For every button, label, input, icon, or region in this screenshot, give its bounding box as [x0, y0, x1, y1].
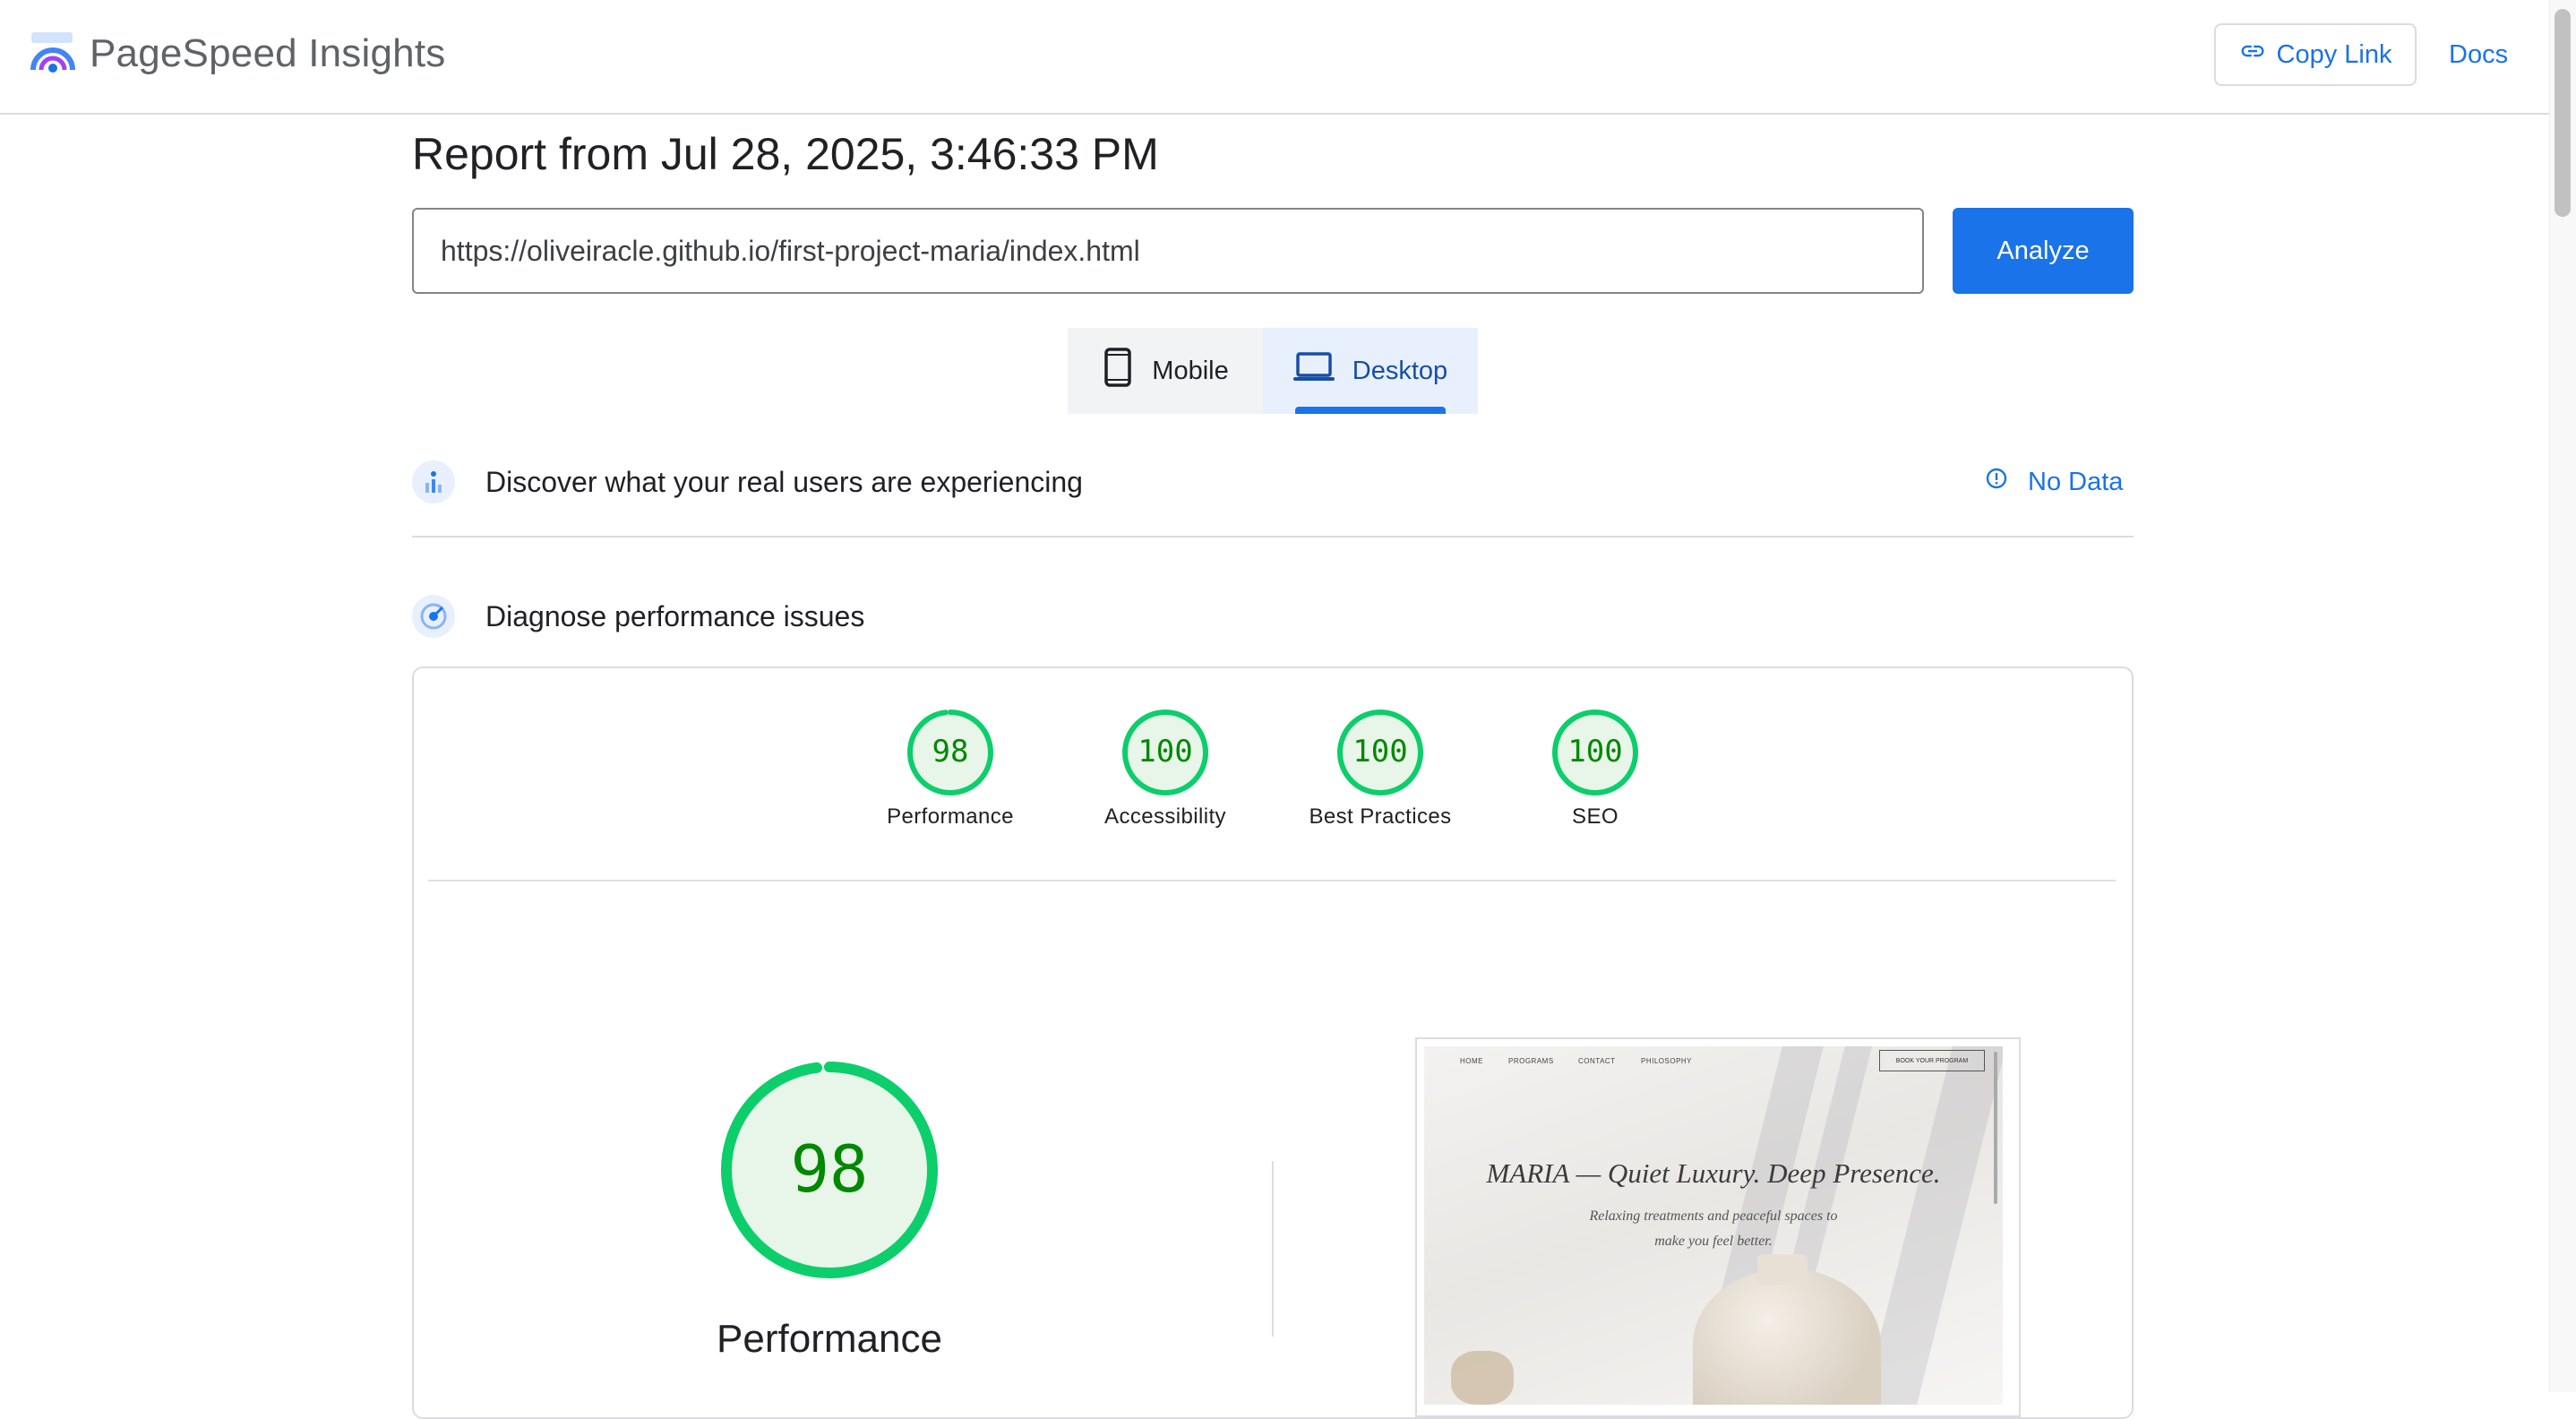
gauge-ring: 100: [1122, 710, 1208, 796]
pagespeed-logo-icon[interactable]: [29, 29, 77, 77]
gauge-label: Performance: [887, 804, 1014, 829]
tab-mobile-label: Mobile: [1152, 356, 1229, 385]
performance-large-gauge: 98: [718, 1059, 940, 1281]
report-title: Report from Jul 28, 2025, 3:46:33 PM: [412, 129, 1159, 179]
vertical-divider: [1272, 1161, 1274, 1337]
real-users-section-title: Discover what your real users are experi…: [485, 466, 1083, 498]
thumb-nav-home: HOME: [1460, 1057, 1483, 1065]
tab-mobile[interactable]: Mobile: [1068, 328, 1263, 414]
performance-gauge[interactable]: 98 Performance: [843, 708, 1058, 830]
thumb-book-button: BOOK YOUR PROGRAM: [1879, 1050, 1985, 1071]
thumb-scrollbar: [1994, 1052, 1997, 1204]
gauge-label: Accessibility: [1104, 804, 1226, 829]
tab-desktop[interactable]: Desktop: [1263, 328, 1478, 414]
no-data-indicator[interactable]: No Data: [1985, 460, 2123, 503]
thumb-nav-programs: PROGRAMS: [1508, 1057, 1554, 1065]
gauge-label: SEO: [1572, 804, 1619, 829]
scrollbar-thumb[interactable]: [2555, 9, 2571, 217]
docs-link[interactable]: Docs: [2438, 23, 2519, 86]
vase-image: [1693, 1268, 1881, 1405]
app-title[interactable]: PageSpeed Insights: [90, 27, 445, 81]
thumb-nav-philosophy: PHILOSOPHY: [1641, 1057, 1693, 1065]
gauge-label: Best Practices: [1309, 804, 1452, 829]
diagnose-icon: [412, 595, 455, 638]
dried-flower-image: [1451, 1351, 1514, 1405]
accessibility-gauge[interactable]: 100 Accessibility: [1058, 708, 1273, 830]
copy-link-label: Copy Link: [2276, 39, 2392, 69]
gauge-score: 100: [1352, 734, 1407, 770]
card-divider: [428, 880, 2116, 882]
gauge-score: 100: [1567, 734, 1622, 770]
laptop-icon: [1292, 352, 1335, 390]
best-practices-gauge[interactable]: 100 Best Practices: [1273, 708, 1488, 830]
gauge-ring: 98: [907, 710, 993, 796]
tab-desktop-label: Desktop: [1352, 356, 1448, 385]
selected-tab-indicator: [1295, 407, 1446, 414]
link-icon: [2239, 38, 2266, 72]
gauge-ring: 100: [1337, 710, 1423, 796]
crux-users-icon: [412, 460, 455, 503]
phone-icon: [1102, 348, 1134, 394]
seo-gauge[interactable]: 100 SEO: [1488, 708, 1703, 830]
large-gauge-score: 98: [791, 1131, 869, 1207]
gauge-score: 98: [932, 734, 969, 770]
thumb-heading: MARIA — Quiet Luxury. Deep Presence.: [1486, 1157, 1941, 1189]
analyze-button[interactable]: Analyze: [1953, 208, 2134, 294]
copy-link-button[interactable]: Copy Link: [2214, 23, 2417, 86]
info-icon: [1985, 467, 2008, 497]
vase-neck: [1757, 1254, 1807, 1285]
thumb-nav-contact: CONTACT: [1578, 1057, 1616, 1065]
no-data-label: No Data: [2028, 467, 2124, 496]
gauge-ring: 100: [1552, 710, 1638, 796]
url-input[interactable]: [412, 208, 1924, 294]
gauge-score: 100: [1138, 734, 1192, 770]
diagnose-section-title: Diagnose performance issues: [485, 600, 865, 632]
thumb-subtitle: Relaxing treatments and peaceful spaces …: [1589, 1208, 1838, 1249]
large-gauge-label: Performance: [717, 1317, 942, 1361]
section-divider: [412, 536, 2134, 538]
final-screenshot[interactable]: HOME PROGRAMS CONTACT PHILOSOPHY BOOK YO…: [1424, 1046, 2003, 1405]
